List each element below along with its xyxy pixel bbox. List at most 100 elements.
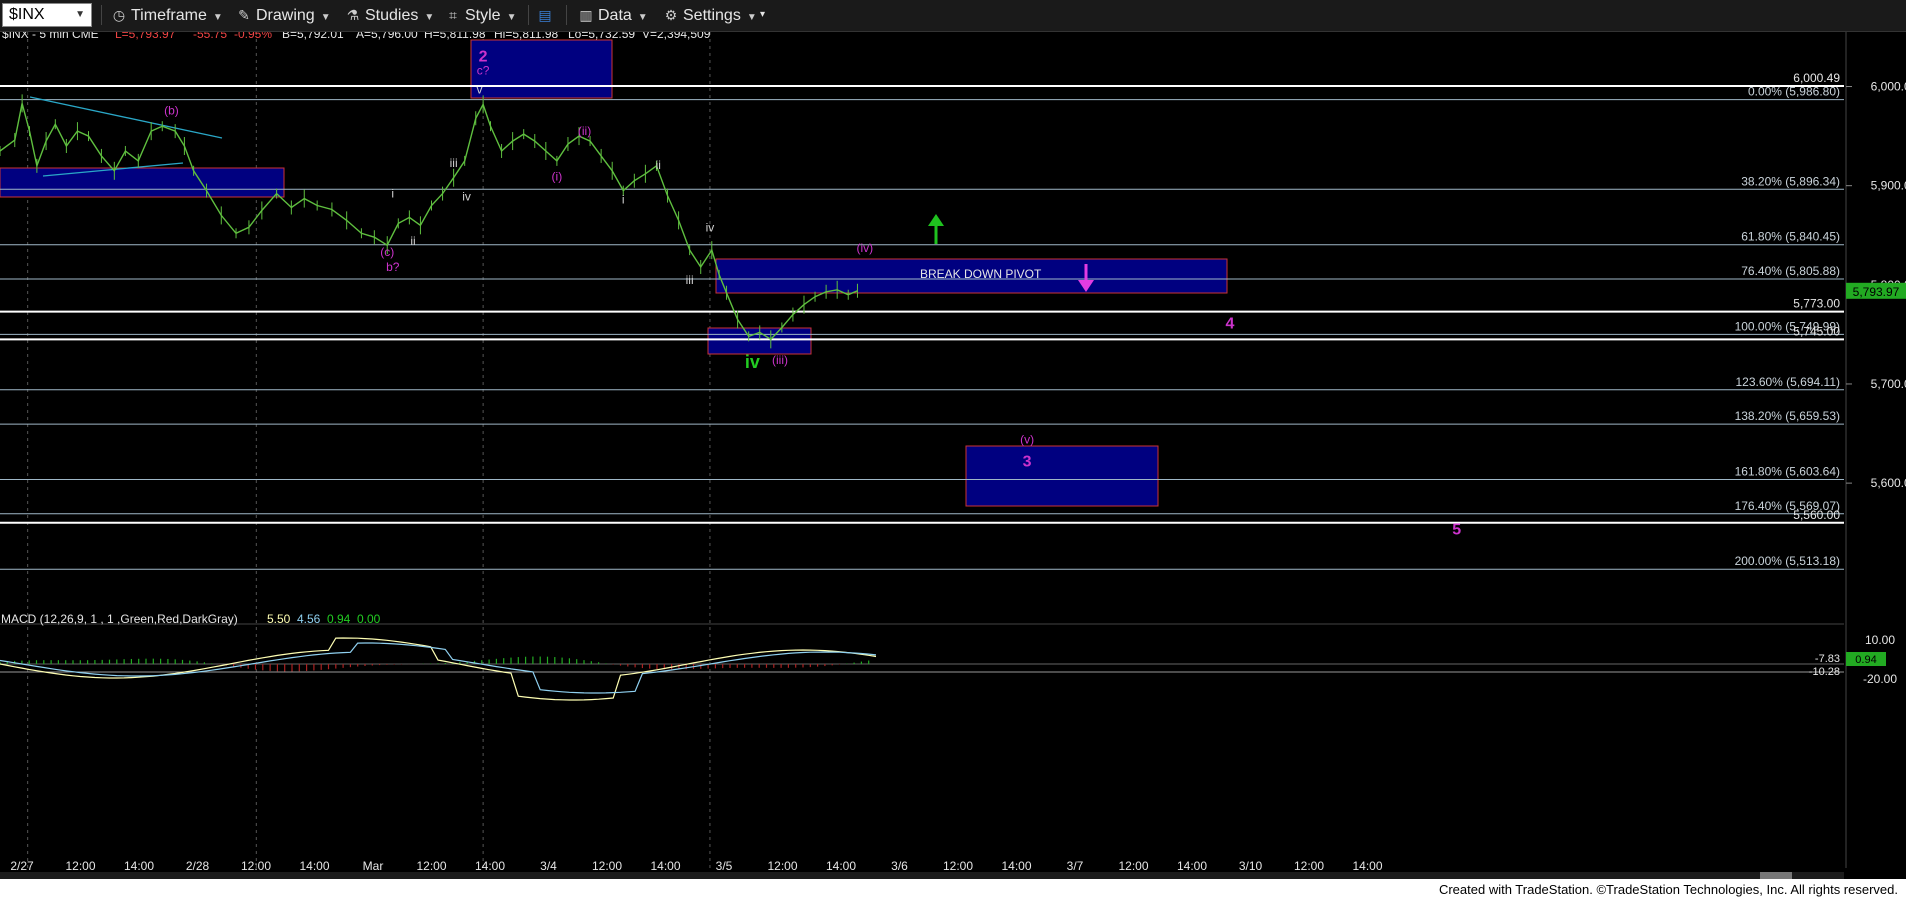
price-tick-label: 5,700.00 bbox=[1871, 377, 1906, 391]
chevron-down-icon: ▼ bbox=[746, 12, 757, 23]
time-scrollbar[interactable] bbox=[0, 872, 1844, 879]
price-line bbox=[0, 102, 858, 341]
time-axis-label: 12:00 bbox=[943, 859, 973, 872]
time-axis-label: 14:00 bbox=[1001, 859, 1031, 872]
wave-label: 4 bbox=[1225, 315, 1234, 332]
price-bars bbox=[0, 94, 858, 349]
macd-line bbox=[0, 637, 877, 701]
time-axis-label: 3/7 bbox=[1067, 859, 1084, 872]
macd-tick-label: -20.00 bbox=[1863, 672, 1897, 686]
toolbar: $INX ▼ ◷ Timeframe ▼ ✎ Drawing ▼ ⚗ Studies ▼ ⌗… bbox=[0, 0, 1906, 32]
wave-2-target-box bbox=[470, 39, 613, 99]
day-high: Hi=5,811.98 bbox=[494, 32, 558, 41]
footer-credit: Created with TradeStation. ©TradeStation… bbox=[1438, 882, 1898, 897]
wave-label: v bbox=[476, 82, 482, 96]
macd-right-value: -7.83 bbox=[1815, 653, 1840, 665]
data-menu[interactable]: ▥ Data ▼ bbox=[577, 4, 648, 26]
clock-icon: ◷ bbox=[112, 7, 126, 23]
wave-label: (i) bbox=[552, 170, 563, 184]
target-zones bbox=[0, 39, 1228, 507]
time-axis-label: Mar bbox=[363, 859, 384, 872]
wave-label: (ii) bbox=[578, 124, 591, 138]
price-tick-label: 5,900.00 bbox=[1871, 179, 1906, 193]
toolbar-divider bbox=[528, 5, 529, 25]
horizontal-levels: 0.00% (5,986.80)38.20% (5,896.34)61.80% … bbox=[0, 71, 1844, 570]
wave-label: (b) bbox=[164, 103, 179, 117]
wave-labels: 2c?(b)v(ii)(i)iiiiiivi iii(c)b?iviii(iv)i… bbox=[164, 49, 1461, 539]
studies-label: Studies bbox=[365, 7, 419, 24]
price-chart[interactable]: 0.00% (5,986.80)38.20% (5,896.34)61.80% … bbox=[0, 32, 1906, 872]
chart-header: $INX - 5 min CME L=5,793.97 -55.75 -0.95… bbox=[2, 32, 711, 41]
gear-icon: ⚙ bbox=[664, 7, 678, 23]
symbol-input[interactable]: $INX ▼ bbox=[2, 3, 92, 27]
chevron-down-icon: ▼ bbox=[637, 12, 648, 23]
chart-gridlines bbox=[27, 32, 711, 868]
style-label: Style bbox=[465, 7, 501, 24]
fib-level-label: 38.20% (5,896.34) bbox=[1741, 174, 1840, 188]
timeframe-menu[interactable]: ◷ Timeframe ▼ bbox=[110, 4, 223, 26]
macd-tick-label: 10.00 bbox=[1865, 633, 1895, 647]
ask-price: A=5,796.00 bbox=[356, 32, 418, 41]
support-level-label: 5,745.00 bbox=[1793, 324, 1840, 338]
toolbar-divider bbox=[101, 5, 102, 25]
settings-menu[interactable]: ⚙ Settings ▼ bbox=[662, 4, 757, 26]
time-axis-label: 14:00 bbox=[475, 859, 505, 872]
price-tick-label: 5,600.00 bbox=[1871, 476, 1906, 490]
drawing-menu[interactable]: ✎ Drawing ▼ bbox=[235, 4, 331, 26]
time-axis-label: 14:00 bbox=[124, 859, 154, 872]
toolbar-divider bbox=[566, 5, 567, 25]
macd-value-tag-label: 0.94 bbox=[1855, 654, 1876, 666]
layout-button[interactable]: ▤ bbox=[536, 4, 557, 26]
wave-label: i bbox=[391, 187, 394, 201]
break-down-pivot-label: BREAK DOWN PIVOT bbox=[920, 267, 1042, 281]
macd-value: 0.94 bbox=[327, 612, 351, 626]
wave-label: ii bbox=[410, 234, 415, 248]
drawing-label: Drawing bbox=[256, 7, 315, 24]
time-scroll-thumb[interactable] bbox=[1760, 872, 1792, 879]
prev-high: H=5,811.98 bbox=[424, 32, 486, 41]
toolbar-overflow[interactable]: ▾ bbox=[760, 4, 765, 26]
timeframe-label: Timeframe bbox=[131, 7, 207, 24]
wave-label: ii bbox=[656, 158, 661, 172]
chevron-down-icon[interactable]: ▼ bbox=[75, 9, 85, 20]
volume: V=2,394,509 bbox=[642, 32, 711, 41]
support-level-label: 5,560.00 bbox=[1793, 508, 1840, 522]
macd-panel: MACD (12,26,9, 1 , 1 ,Green,Red,DarkGray… bbox=[0, 612, 1897, 701]
caret-small-icon: ▾ bbox=[760, 9, 766, 20]
macd-value: 4.56 bbox=[297, 612, 321, 626]
time-axis-label: 2/28 bbox=[186, 859, 210, 872]
day-low: Lo=5,732.59 bbox=[568, 32, 635, 41]
macd-signal-line bbox=[0, 642, 877, 694]
wave-label: iii bbox=[686, 273, 694, 287]
wave-label: c? bbox=[477, 64, 490, 78]
time-axis-label: 3/5 bbox=[716, 859, 733, 872]
studies-menu[interactable]: ⚗ Studies ▼ bbox=[344, 4, 435, 26]
layout-icon: ▤ bbox=[538, 7, 552, 23]
fib-level-label: 138.20% (5,659.53) bbox=[1735, 409, 1840, 423]
style-menu[interactable]: ⌗ Style ▼ bbox=[444, 4, 516, 26]
footer: Created with TradeStation. ©TradeStation… bbox=[0, 879, 1906, 900]
time-axis-label: 3/4 bbox=[540, 859, 557, 872]
annotations: BREAK DOWN PIVOT bbox=[920, 267, 1042, 281]
macd-value: 5.50 bbox=[267, 612, 291, 626]
fib-level-label: 76.40% (5,805.88) bbox=[1741, 264, 1840, 278]
last-price-tag-label: 5,793.97 bbox=[1853, 285, 1900, 299]
macd-label: MACD (12,26,9, 1 , 1 ,Green,Red,DarkGray… bbox=[1, 612, 238, 626]
pct-change: -0.95% bbox=[234, 32, 272, 41]
time-axis-label: 12:00 bbox=[1294, 859, 1324, 872]
fib-level-label: 61.80% (5,840.45) bbox=[1741, 230, 1840, 244]
settings-label: Settings bbox=[683, 7, 741, 24]
symbol-info: $INX - 5 min CME bbox=[2, 32, 99, 41]
macd-right-value: -10.28 bbox=[1809, 666, 1840, 678]
net-change: -55.75 bbox=[193, 32, 227, 41]
fib-level-label: 123.60% (5,694.11) bbox=[1735, 375, 1840, 389]
flask-icon: ⚗ bbox=[346, 7, 360, 23]
chevron-down-icon: ▼ bbox=[320, 12, 331, 23]
axes: 6,000.005,900.005,800.005,700.005,600.00… bbox=[10, 32, 1906, 872]
time-axis-label: 3/10 bbox=[1239, 859, 1263, 872]
wave-label: b? bbox=[386, 260, 400, 274]
time-axis-label: 12:00 bbox=[65, 859, 95, 872]
time-axis-label: 3/6 bbox=[891, 859, 908, 872]
data-label: Data bbox=[598, 7, 632, 24]
last-price: L=5,793.97 bbox=[115, 32, 176, 41]
